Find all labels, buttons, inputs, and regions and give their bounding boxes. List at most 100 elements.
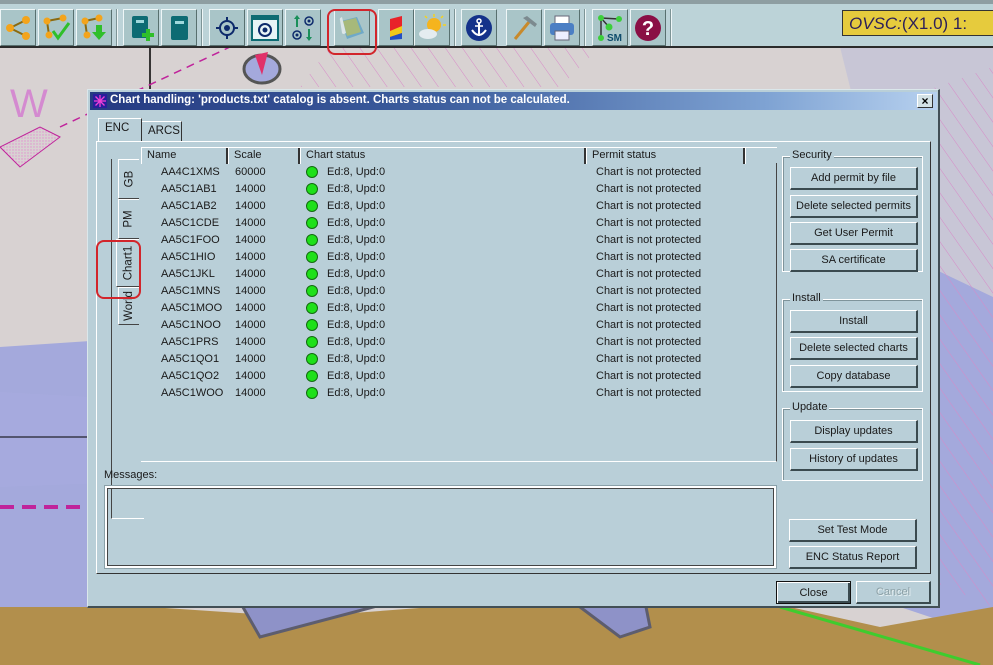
update-group: Update Display updates History of update… [782, 401, 923, 481]
status-indicator-icon [306, 234, 318, 246]
chart-scale: 14000 [235, 353, 266, 365]
chart-name: AA5C1CDE [161, 217, 220, 229]
chart-name: AA5C1AB1 [161, 183, 217, 195]
dialog-title: Chart handling: 'products.txt' catalog i… [110, 94, 570, 106]
sm-network-icon: SM [598, 14, 622, 43]
status-indicator-icon [306, 217, 318, 229]
permit-status: Chart is not protected [596, 302, 702, 314]
route-icon [6, 15, 30, 40]
add-permit-by-file-button[interactable]: Add permit by file [790, 167, 918, 190]
chart-row[interactable]: AA5C1QO2 14000 Ed:8, Upd:0 Chart is not pro… [141, 368, 771, 385]
chart-row[interactable]: AA5C1NOO 14000 Ed:8, Upd:0 Chart is not pro… [141, 317, 771, 334]
anchor-icon [466, 14, 492, 41]
status-indicator-icon [306, 183, 318, 195]
enc-tab-panel: GB PM Chart1 World Name Scale Chart stat… [96, 141, 931, 574]
toolbar-separator [584, 9, 586, 46]
print-button[interactable] [544, 9, 580, 46]
chart-handling-dialog: Chart handling: 'products.txt' catalog i… [87, 89, 940, 608]
chart-scale: 60000 [235, 166, 266, 178]
delete-selected-permits-button[interactable]: Delete selected permits [790, 195, 918, 218]
dialog-close-button[interactable]: × [917, 94, 933, 108]
permit-status: Chart is not protected [596, 251, 702, 263]
cancel-button: Cancel [856, 581, 931, 604]
close-button[interactable]: Close [776, 581, 851, 604]
chart-row[interactable]: AA4C1XMS 60000 Ed:8, Upd:0 Chart is not pro… [141, 164, 771, 181]
column-header-permit-status[interactable]: Permit status [586, 148, 745, 164]
chart-row[interactable]: AA5C1FOO 14000 Ed:8, Upd:0 Chart is not pro… [141, 232, 771, 249]
anchor-button[interactable] [461, 9, 497, 46]
tab-arcs[interactable]: ARCS [141, 121, 182, 141]
chart-row[interactable]: AA5C1MNS 14000 Ed:8, Upd:0 Chart is not pro… [141, 283, 771, 300]
chart-name: AA5C1MOO [161, 302, 223, 314]
permit-status: Chart is not protected [596, 183, 702, 195]
dialog-app-icon [93, 94, 107, 108]
update-group-title: Update [790, 401, 830, 413]
chart-row[interactable]: AA5C1MOO 14000 Ed:8, Upd:0 Chart is not pro… [141, 300, 771, 317]
delete-selected-charts-button[interactable]: Delete selected charts [790, 337, 918, 360]
center-target-button[interactable] [209, 9, 245, 46]
route-button[interactable] [0, 9, 36, 46]
column-header-name[interactable]: Name [141, 148, 228, 164]
chart-row[interactable]: AA5C1PRS 14000 Ed:8, Upd:0 Chart is not pro… [141, 334, 771, 351]
permit-status: Chart is not protected [596, 217, 702, 229]
column-header-chart-status[interactable]: Chart status [300, 148, 586, 164]
status-indicator-icon [306, 302, 318, 314]
toolbar-separator [116, 9, 118, 46]
dialog-titlebar[interactable]: Chart handling: 'products.txt' catalog i… [90, 92, 937, 110]
chart-status: Ed:8, Upd:0 [327, 251, 386, 263]
tab-enc[interactable]: ENC [98, 118, 142, 141]
weather-button[interactable] [414, 9, 450, 46]
chart-row[interactable]: AA5C1JKL 14000 Ed:8, Upd:0 Chart is not pro… [141, 266, 771, 283]
target-window-button[interactable] [247, 9, 283, 46]
sa-certificate-button[interactable]: SA certificate [790, 249, 918, 272]
set-test-mode-button[interactable]: Set Test Mode [789, 519, 917, 542]
chart-row[interactable]: AA5C1CDE 14000 Ed:8, Upd:0 Chart is not pro… [141, 215, 771, 232]
chart-row[interactable]: AA5C1HIO 14000 Ed:8, Upd:0 Chart is not pro… [141, 249, 771, 266]
chart-name: AA5C1HIO [161, 251, 216, 263]
permit-status: Chart is not protected [596, 353, 702, 365]
svg-text:?: ? [642, 18, 654, 40]
column-header-empty [745, 148, 777, 164]
target-move-button[interactable] [285, 9, 321, 46]
status-indicator-icon [306, 387, 318, 399]
copy-database-button[interactable]: Copy database [790, 365, 918, 388]
chart-row[interactable]: AA5C1QO1 14000 Ed:8, Upd:0 Chart is not pro… [141, 351, 771, 368]
chart-row[interactable]: AA5C1AB1 14000 Ed:8, Upd:0 Chart is not pro… [141, 181, 771, 198]
chart-list-body[interactable]: AA4C1XMS 60000 Ed:8, Upd:0 Chart is not pro… [141, 163, 777, 462]
sm-network-button[interactable]: SM [592, 9, 628, 46]
chart-list-header: Name Scale Chart status Permit status [141, 147, 777, 164]
chart-row[interactable]: AA5C1WOO 14000 Ed:8, Upd:0 Chart is not pro… [141, 385, 771, 402]
chart-name: AA5C1QO1 [161, 353, 220, 365]
column-header-scale[interactable]: Scale [228, 148, 300, 164]
chart-name: AA5C1AB2 [161, 200, 217, 212]
weather-icon [419, 13, 446, 39]
route-check-button[interactable] [38, 9, 74, 46]
logbook-add-button[interactable] [123, 9, 159, 46]
tools-button[interactable] [506, 9, 542, 46]
display-updates-button[interactable]: Display updates [790, 420, 918, 443]
status-indicator-icon [306, 200, 318, 212]
chart-row[interactable]: AA5C1AB2 14000 Ed:8, Upd:0 Chart is not pro… [141, 198, 771, 215]
scale-value: (X1.0) 1: [901, 14, 968, 33]
messages-box[interactable] [104, 485, 777, 569]
side-tab-gb[interactable]: GB [118, 159, 139, 199]
chart-name: AA5C1PRS [161, 336, 219, 348]
chart-status: Ed:8, Upd:0 [327, 217, 386, 229]
status-indicator-icon [306, 166, 318, 178]
help-icon: ? [635, 14, 661, 41]
enc-status-report-button[interactable]: ENC Status Report [789, 546, 917, 569]
side-tab-pm[interactable]: PM [118, 199, 139, 239]
color-palette-button[interactable] [378, 9, 414, 46]
chart-scale: 14000 [235, 387, 266, 399]
route-download-button[interactable] [76, 9, 112, 46]
messages-label: Messages: [104, 469, 158, 481]
logbook-button[interactable] [161, 9, 197, 46]
chart-scale: 14000 [235, 336, 266, 348]
chart-status: Ed:8, Upd:0 [327, 285, 386, 297]
history-of-updates-button[interactable]: History of updates [790, 448, 918, 471]
chart-name: AA5C1JKL [161, 268, 215, 280]
help-button[interactable]: ? [630, 9, 666, 46]
get-user-permit-button[interactable]: Get User Permit [790, 222, 918, 245]
chart-status: Ed:8, Upd:0 [327, 336, 386, 348]
install-button[interactable]: Install [790, 310, 918, 333]
